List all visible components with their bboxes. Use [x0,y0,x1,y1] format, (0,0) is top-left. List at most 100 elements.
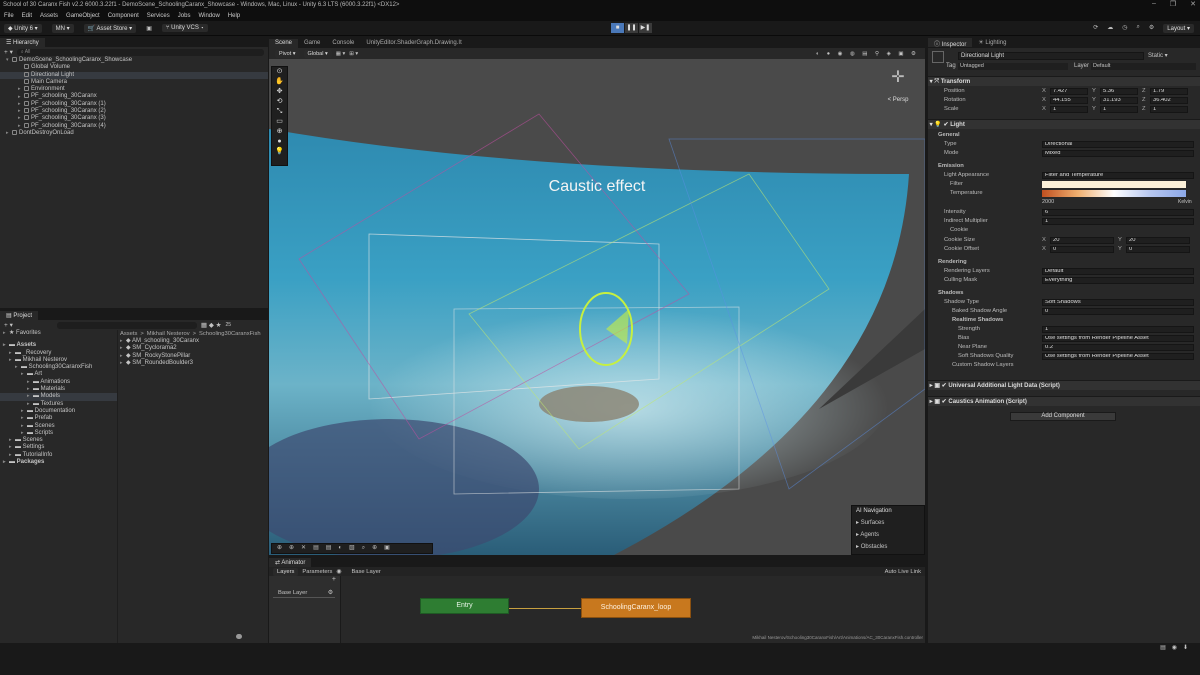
tab-project[interactable]: ▤ Project [0,311,39,320]
filter-icon[interactable]: ▦ ◆ ★ [201,321,222,329]
auto-live-link[interactable]: Auto Live Link [885,569,921,575]
layout-dropdown[interactable]: Layout ▾ [1163,24,1194,33]
menu-item-file[interactable]: File [4,13,14,19]
ai-navigation-item[interactable]: ▸ Obstacles [856,543,920,550]
base-layer-breadcrumb[interactable]: Base Layer [351,569,380,575]
caustics-animation-header[interactable]: ▸ ▣ ✔ Caustics Animation (Script) [928,396,1200,406]
field-value[interactable]: 1.79 [1150,88,1188,95]
hierarchy-item[interactable]: ▸ DontDestroyOnLoad [0,129,268,137]
hierarchy-item[interactable]: ▸ PF_schooling_30Caranx (3) [0,115,268,122]
project-folder[interactable]: ▸ ▬ _Recovery [0,350,117,357]
scene-gizmo[interactable]: ✛ < Persp [875,67,921,115]
layer-dropdown[interactable]: Default [1091,63,1196,70]
add-layer-icon[interactable]: + [269,576,340,583]
pause-button[interactable]: ❚❚ [625,23,638,33]
field-value[interactable]: Use settings from Render Pipeline Asset [1042,335,1194,342]
global-dropdown[interactable]: Global ▾ [303,49,332,58]
user-button[interactable]: MN ▾ [51,23,74,33]
history-icon[interactable]: ◷ [1122,24,1127,33]
menu-item-edit[interactable]: Edit [22,13,32,19]
hierarchy-item[interactable]: Global Volume [0,64,268,71]
project-file[interactable]: ▸ ◆ SM_RoundedBoulder3 [120,360,268,367]
play-button[interactable]: ■ [611,23,624,33]
hierarchy-item[interactable]: ▸ Environment [0,86,268,93]
field-value[interactable]: 36.402 [1150,97,1188,104]
status-icons[interactable]: ▤◉⬇ [1160,644,1194,651]
tools-overlay[interactable]: ⊙ ✋ ✥ ⟲ ⤡ ▭ ⊕ ● 💡 [271,66,288,166]
project-folder[interactable]: ▸ ▬ Settings [0,444,117,451]
project-folder[interactable]: ▸ ▬ Documentation [0,408,117,415]
field-value[interactable]: 1 [1042,218,1194,225]
gear-icon[interactable]: ⚙ [328,588,333,598]
add-component-button[interactable]: Add Component [1010,412,1116,421]
menu-item-gameobject[interactable]: GameObject [66,13,100,19]
field-value[interactable]: Default [1042,268,1194,275]
field-value[interactable]: Directional [1042,141,1194,148]
project-file[interactable]: ▸ ◆ SM_RockyStonePillar [120,353,268,360]
field-value[interactable]: 6 [1042,209,1194,216]
tab-animator[interactable]: ⇄ Animator [269,558,312,567]
add-icon[interactable]: + ▾ [4,48,13,56]
scene-view-options[interactable]: ◐ ● ◉ ◍ ▤ ⚲ ◈ ▣ ⚙ [816,51,919,57]
settings-icon[interactable]: ▣ [146,25,152,32]
hierarchy-item[interactable]: ▸ PF_schooling_30Caranx [0,93,268,100]
unity-account-button[interactable]: ◆ Unity 6 ▾ [4,23,42,33]
search-icon[interactable]: ⌕ [1137,24,1140,33]
tab-console[interactable]: Console [326,39,360,48]
persp-label[interactable]: < Persp [875,97,921,103]
add-icon[interactable]: + ▾ [4,321,13,329]
field-value[interactable]: 0 [1042,308,1194,315]
menu-item-help[interactable]: Help [228,13,240,19]
cloud-icon[interactable]: ☁ [1107,24,1113,33]
close-icon[interactable]: ✕ [1190,0,1196,8]
field-value[interactable]: 1 [1100,106,1138,113]
project-search-input[interactable] [56,321,197,329]
menu-item-jobs[interactable]: Jobs [178,13,191,19]
tab-inspector[interactable]: ⓘ Inspector [928,38,973,48]
project-folder[interactable]: ▸ ▬ Mikhail Nesterov [0,357,117,364]
field-value[interactable]: 0.2 [1042,344,1194,351]
project-file[interactable]: ▸ ◆ AM_schooling_30Caranx [120,338,268,345]
project-file[interactable]: ▸ ◆ SM_Cyclorama2 [120,345,268,352]
default-state[interactable]: SchoolingCaranx_loop [581,598,691,618]
project-folder[interactable]: ▸ ▬ Animations [0,379,117,386]
favorites-item[interactable]: ▸ ★ Favorites [0,330,117,337]
menu-item-assets[interactable]: Assets [40,13,58,19]
temperature-gradient-slider[interactable] [1042,190,1186,197]
hierarchy-item[interactable]: ▸ PF_schooling_30Caranx (1) [0,100,268,108]
base-layer-item[interactable]: Base Layer ⚙ [273,588,335,598]
breadcrumb-item[interactable]: Schooling30CaranxFish [199,331,261,337]
hierarchy-item[interactable]: ▸ PF_schooling_30Caranx (2) [0,108,268,115]
project-folder[interactable]: ▸ ▬ Assets [0,342,117,349]
breadcrumb-item[interactable]: Assets [120,331,137,337]
scene-bottom-toolbar[interactable]: ⊕⊕✕▤▤◐▧⌕⊕▣ [271,543,433,554]
field-value[interactable]: 1 [1150,106,1188,113]
hierarchy-item[interactable]: Directional Light [0,71,268,79]
zoom-slider[interactable] [236,634,242,639]
pivot-dropdown[interactable]: Pivot ▾ [275,49,300,58]
field-value[interactable]: 5.36 [1100,88,1138,95]
static-toggle[interactable]: Static ▾ [1148,52,1168,59]
project-folder[interactable]: ▸ ▬ Scenes [0,437,117,444]
project-folder[interactable]: ▸ ▬ Art [0,371,117,378]
field-value[interactable]: 1 [1042,326,1194,333]
field-value[interactable]: 20 [1126,237,1190,244]
minimize-icon[interactable]: – [1152,0,1156,8]
asset-store-button[interactable]: 🛒 Asset Store ▾ [83,23,137,33]
collab-icon[interactable]: ⟳ [1093,24,1098,33]
object-name-field[interactable]: Directional Light [958,52,1144,60]
entry-state[interactable]: Entry [420,598,509,614]
hierarchy-search-input[interactable]: ⌕ All [16,48,264,56]
field-value[interactable]: 20 [1050,237,1114,244]
field-value[interactable]: 1 [1050,106,1088,113]
parameters-tab[interactable]: Parameters [302,569,332,575]
layers-tab[interactable]: Layers [273,567,299,576]
project-folder[interactable]: ▸ ▬ Models [0,393,117,401]
vcs-button[interactable]: ⑂ Unity VCS ▾ [161,24,209,32]
ai-navigation-item[interactable]: ▸ Agents [856,531,920,538]
snap-increment-icon[interactable]: ⊞ ▾ [349,51,358,57]
hierarchy-item[interactable]: Main Camera [0,78,268,86]
temperature-value[interactable]: 2000 [1042,198,1054,207]
menu-item-component[interactable]: Component [108,13,139,19]
project-folder[interactable]: ▸ ▬ Scenes [0,423,117,430]
